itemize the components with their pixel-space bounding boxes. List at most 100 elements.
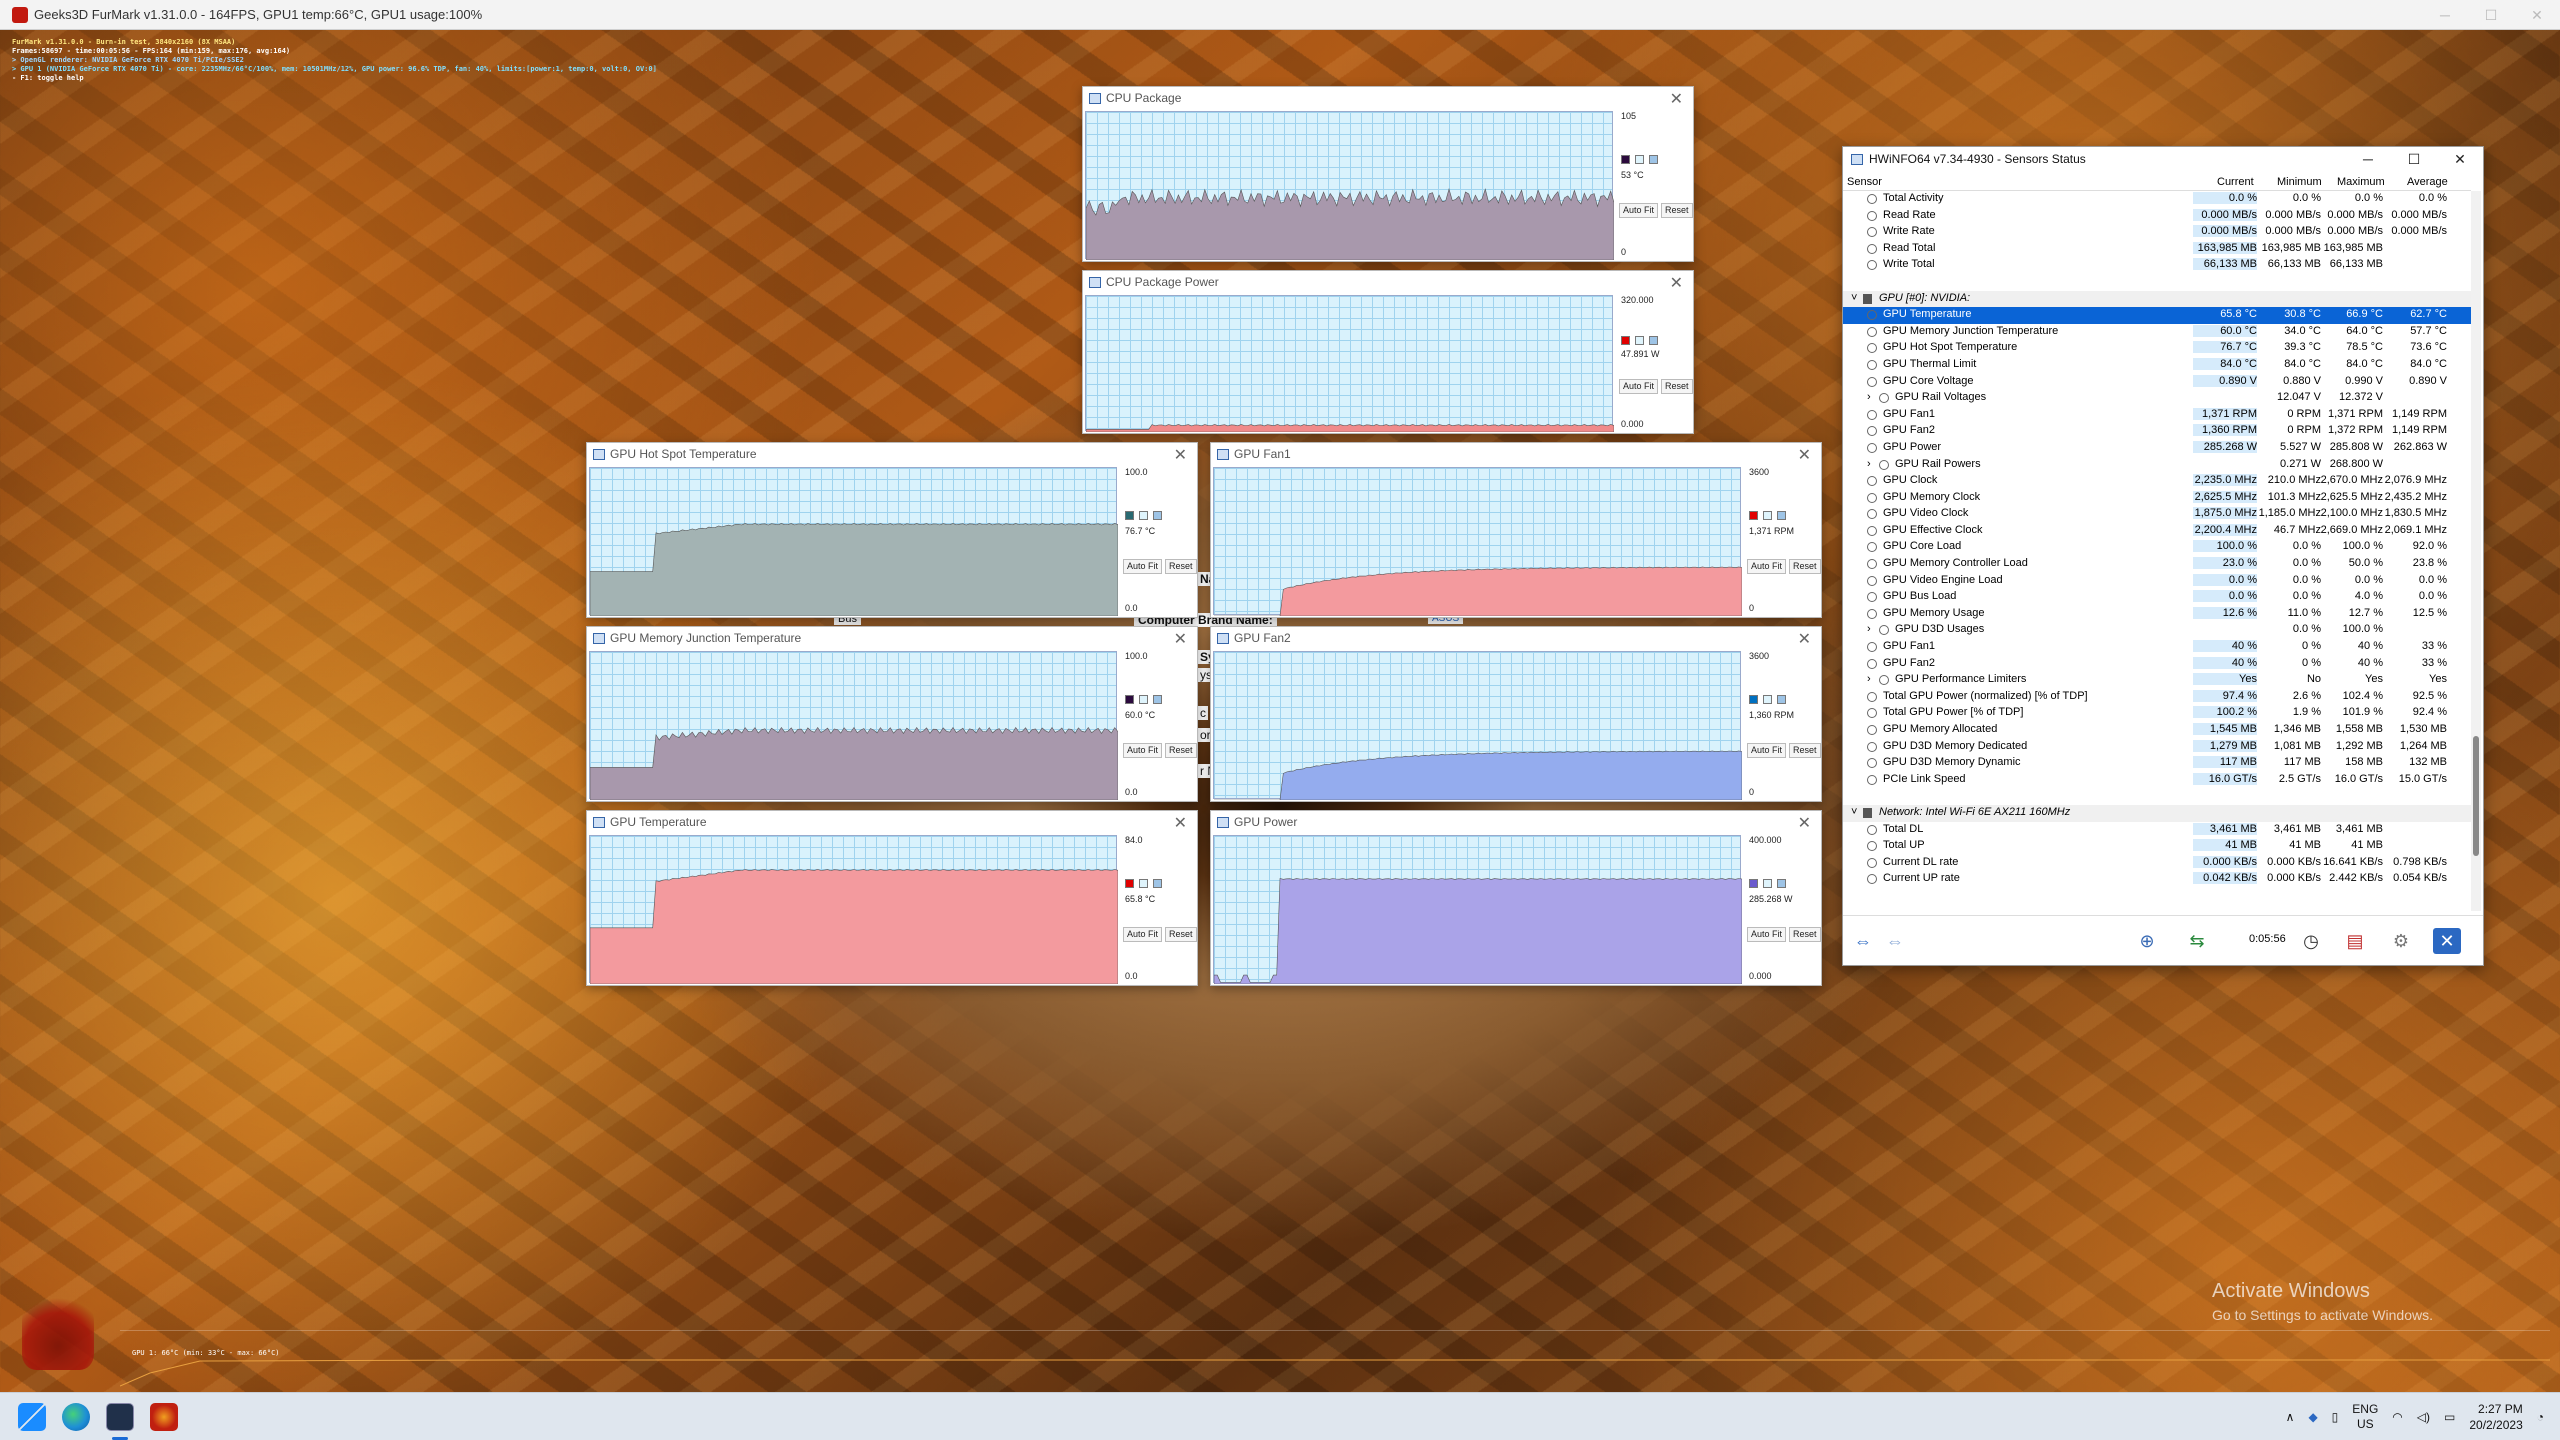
color-swatch[interactable] (1153, 511, 1162, 521)
network-icon[interactable]: ⊕ (2133, 928, 2161, 954)
column-header-sensor[interactable]: Sensor (1847, 176, 1882, 188)
close-icon[interactable]: ✕ (1174, 813, 1187, 833)
graph-window-gpu-memory-junction-temperature[interactable]: GPU Memory Junction Temperature ✕ 100.0 60.… (586, 626, 1198, 802)
close-icon[interactable]: ✕ (1174, 629, 1187, 649)
graph-window-gpu-fan2[interactable]: GPU Fan2 ✕ 3600 1,360 RPM Auto Fit Reset 0 (1210, 626, 1822, 802)
auto-fit-button[interactable]: Auto Fit (1747, 742, 1787, 758)
sensor-row[interactable]: Total UP 41 MB 41 MB 41 MB (1843, 838, 2471, 855)
color-swatch[interactable] (1139, 695, 1148, 705)
graph-window-cpu-package-power[interactable]: CPU Package Power ✕ 320.000 47.891 W Auto Fi… (1082, 270, 1694, 434)
graph-window-titlebar[interactable]: CPU Package (1083, 87, 1693, 109)
color-swatch[interactable] (1649, 335, 1658, 345)
graph-window-titlebar[interactable]: GPU Fan2 (1211, 627, 1821, 649)
scrollbar-thumb[interactable] (2473, 736, 2479, 856)
graph-window-titlebar[interactable]: CPU Package Power (1083, 271, 1693, 293)
color-swatch[interactable] (1125, 695, 1134, 705)
sensor-row[interactable]: GPU Memory Controller Load 23.0 % 0.0 % 50.… (1843, 556, 2471, 573)
sensor-row[interactable]: Total GPU Power (normalized) [% of TDP] 9… (1843, 689, 2471, 706)
sensor-row[interactable]: Total DL 3,461 MB 3,461 MB 3,461 MB (1843, 822, 2471, 839)
sensor-row[interactable]: GPU Fan2 40 % 0 % 40 % 33 % (1843, 656, 2471, 673)
sensor-row[interactable]: GPU Video Clock 1,875.0 MHz 1,185.0 MHz 2,1… (1843, 506, 2471, 523)
close-icon[interactable]: ✕ (1174, 445, 1187, 465)
chevron-up-icon[interactable]: ∧ (2286, 1410, 2295, 1424)
graph-window-titlebar[interactable]: GPU Hot Spot Temperature (587, 443, 1197, 465)
color-swatch[interactable] (1777, 511, 1786, 521)
color-swatch[interactable] (1139, 879, 1148, 889)
hwinfo-sensors-window[interactable]: HWiNFO64 v7.34-4930 - Sensors Status ─ ☐… (1842, 146, 2484, 966)
hwinfo-taskbar-icon[interactable] (106, 1403, 134, 1431)
graph-window-gpu-fan1[interactable]: GPU Fan1 ✕ 3600 1,371 RPM Auto Fit Reset 0 (1210, 442, 1822, 618)
graph-window-titlebar[interactable]: GPU Power (1211, 811, 1821, 833)
scrollbar[interactable] (2471, 191, 2481, 911)
expand-chevron-icon[interactable]: › (1867, 623, 1871, 635)
color-swatch[interactable] (1763, 511, 1772, 521)
sensor-row[interactable]: PCIe Link Speed 16.0 GT/s 2.5 GT/s 16.0 GT/… (1843, 772, 2471, 789)
auto-fit-button[interactable]: Auto Fit (1123, 558, 1163, 574)
close-icon[interactable]: ✕ (2514, 0, 2560, 30)
reset-button[interactable]: Reset (1165, 558, 1197, 574)
expand-chevron-icon[interactable]: › (1867, 391, 1871, 403)
sensor-row[interactable]: › GPU Performance Limiters Yes No Yes Yes (1843, 672, 2471, 689)
close-icon[interactable]: ✕ (1670, 89, 1683, 109)
sensor-row[interactable]: Write Rate 0.000 MB/s 0.000 MB/s 0.000 MB/s… (1843, 224, 2471, 241)
start-windows-icon[interactable] (18, 1403, 46, 1431)
color-swatch[interactable] (1749, 695, 1758, 705)
sensor-row[interactable]: › GPU Rail Voltages 12.047 V 12.372 V (1843, 390, 2471, 407)
reset-button[interactable]: Reset (1661, 379, 1693, 395)
color-swatch[interactable] (1777, 695, 1786, 705)
auto-fit-button[interactable]: Auto Fit (1123, 742, 1163, 758)
column-header-current[interactable]: Current (2217, 176, 2254, 188)
color-swatch[interactable] (1777, 879, 1786, 889)
close-icon[interactable]: ✕ (1670, 273, 1683, 293)
expand-chevron-icon[interactable]: › (1867, 673, 1871, 685)
speaker-icon[interactable]: ◁) (2417, 1410, 2430, 1424)
column-header-average[interactable]: Average (2407, 176, 2448, 188)
furmark-titlebar[interactable]: Geeks3D FurMark v1.31.0.0 - 164FPS, GPU1… (0, 0, 2560, 30)
graph-window-gpu-temperature[interactable]: GPU Temperature ✕ 84.0 65.8 °C Auto Fit Reset… (586, 810, 1198, 986)
sensor-row[interactable]: GPU Memory Allocated 1,545 MB 1,346 MB 1,55… (1843, 722, 2471, 739)
sensor-row[interactable]: GPU Core Load 100.0 % 0.0 % 100.0 % 92.0 % (1843, 539, 2471, 556)
sensor-row[interactable]: GPU D3D Memory Dynamic 117 MB 117 MB 158 MB… (1843, 755, 2471, 772)
column-header-maximum[interactable]: Maximum (2337, 176, 2385, 188)
graph-window-titlebar[interactable]: GPU Memory Junction Temperature (587, 627, 1197, 649)
color-swatch[interactable] (1621, 155, 1630, 165)
color-swatch[interactable] (1763, 879, 1772, 889)
expand-chevron-icon[interactable]: › (1867, 458, 1871, 470)
maximize-icon[interactable]: ☐ (2391, 147, 2437, 171)
clock[interactable]: 2:27 PM 20/2/2023 (2469, 1401, 2522, 1433)
sensor-row[interactable]: GPU Core Voltage 0.890 V 0.880 V 0.990 V 0.8… (1843, 374, 2471, 391)
color-swatch[interactable] (1635, 155, 1644, 165)
sensor-row[interactable]: GPU Hot Spot Temperature 76.7 °C 39.3 °C 78… (1843, 340, 2471, 357)
sensor-row[interactable]: GPU Clock 2,235.0 MHz 210.0 MHz 2,670.0 MHz… (1843, 473, 2471, 490)
reset-button[interactable]: Reset (1165, 742, 1197, 758)
hwinfo-titlebar[interactable]: HWiNFO64 v7.34-4930 - Sensors Status ─ ☐… (1843, 147, 2483, 171)
color-swatch[interactable] (1749, 511, 1758, 521)
sensor-group-header[interactable]: ˅ Network: Intel Wi-Fi 6E AX211 160MHz (1843, 804, 2471, 822)
reset-button[interactable]: Reset (1165, 926, 1197, 942)
sensor-row[interactable]: GPU Fan1 1,371 RPM 0 RPM 1,371 RPM 1,149 RPM (1843, 407, 2471, 424)
sensor-row[interactable]: GPU Bus Load 0.0 % 0.0 % 4.0 % 0.0 % (1843, 589, 2471, 606)
sensor-group-header[interactable]: ˅ GPU [#0]: NVIDIA: (1843, 290, 2471, 308)
sync-icon[interactable]: ⇆ (2183, 928, 2211, 954)
delete-log-icon[interactable]: ▤ (2341, 928, 2369, 954)
reset-button[interactable]: Reset (1789, 926, 1821, 942)
minimize-icon[interactable]: ─ (2345, 147, 2391, 171)
navigate-left-icon[interactable]: ⇔ (1849, 928, 1877, 954)
expand-chevron-icon[interactable]: ˅ (1851, 806, 1857, 818)
sensor-row[interactable]: Current DL rate 0.000 KB/s 0.000 KB/s 16.64… (1843, 855, 2471, 872)
minimize-icon[interactable]: ─ (2422, 0, 2468, 30)
graph-window-cpu-package[interactable]: CPU Package ✕ 105 53 °C Auto Fit Reset 0 (1082, 86, 1694, 262)
column-header-minimum[interactable]: Minimum (2277, 176, 2322, 188)
color-swatch[interactable] (1635, 335, 1644, 345)
sensor-row[interactable]: GPU Temperature 65.8 °C 30.8 °C 66.9 °C 62.7… (1843, 307, 2471, 324)
color-swatch[interactable] (1125, 511, 1134, 521)
edge-browser-icon[interactable] (62, 1403, 90, 1431)
furmark-taskbar-icon[interactable] (150, 1403, 178, 1431)
color-swatch[interactable] (1153, 695, 1162, 705)
sensor-row[interactable]: Write Total 66,133 MB 66,133 MB 66,133 MB (1843, 257, 2471, 274)
navigate-right-icon[interactable]: ⇔ (1881, 928, 1909, 954)
sensor-row[interactable]: Total GPU Power [% of TDP] 100.2 % 1.9 % 10… (1843, 705, 2471, 722)
sensor-row[interactable]: Read Rate 0.000 MB/s 0.000 MB/s 0.000 MB/s 0… (1843, 208, 2471, 225)
language-indicator[interactable]: ENG US (2352, 1402, 2378, 1432)
close-icon[interactable]: ✕ (2437, 147, 2483, 171)
